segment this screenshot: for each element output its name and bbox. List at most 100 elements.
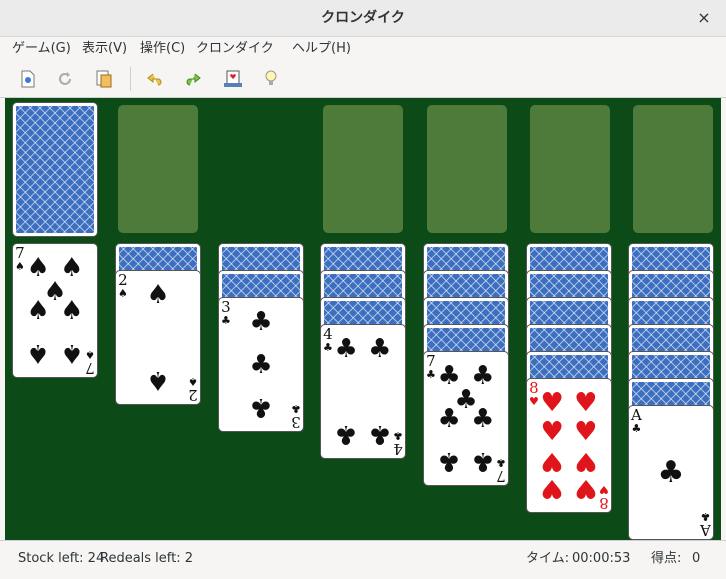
card-suit: ♣ — [291, 402, 301, 415]
game-table[interactable]: 7 ♠ 7 ♠ ♠ ♠ ♠ ♠ ♠ ♠ ♠ 2 ♠ 2 ♠ ♠ ♠ 3 ♣ 3 ♣ ♣ ♣ ♣ 4 ♣ 4 ♣ ♣ ♣ ♣ ♣ 7 ♣ 7 ♣ ♣ ♣ ♣ ♣… — [5, 98, 721, 540]
card-rank: 7 — [496, 467, 506, 485]
card-corner-index: 8 ♥ — [529, 381, 539, 409]
card-rank: 3 — [291, 413, 301, 431]
suit-pip-icon: ♥ — [574, 417, 598, 448]
toolbar-separator — [130, 67, 131, 91]
hint-icon[interactable] — [258, 66, 284, 92]
suit-pip-icon: ♥ — [574, 387, 598, 418]
suit-pip-icon: ♥ — [574, 473, 598, 504]
time-label: タイム: — [526, 551, 570, 566]
card-corner-index: 7 ♠ — [15, 246, 25, 274]
menu-bar: ゲーム(G) 表示(V) 操作(C) クロンダイク ヘルプ(H) — [0, 37, 726, 61]
window-title: クロンダイク — [321, 10, 405, 26]
playing-card[interactable]: 7 ♠ 7 ♠ ♠ ♠ ♠ ♠ ♠ ♠ ♠ — [13, 244, 97, 377]
suit-pip-icon: ♣ — [471, 403, 495, 434]
suit-pip-icon: ♣ — [471, 446, 495, 477]
card-rank: 8 — [599, 494, 609, 512]
stock-left-label: Stock left: 24 — [18, 551, 105, 566]
suit-pip-icon: ♣ — [249, 392, 273, 423]
card-suit: ♣ — [221, 314, 231, 327]
card-rank: 2 — [188, 386, 198, 404]
close-icon[interactable]: × — [692, 6, 716, 30]
restart-icon[interactable] — [52, 66, 78, 92]
toolbar — [0, 61, 726, 98]
suit-pip-icon: ♠ — [146, 365, 170, 396]
playing-card[interactable]: 4 ♣ 4 ♣ ♣ ♣ ♣ ♣ — [321, 325, 405, 458]
select-game-icon[interactable] — [91, 66, 117, 92]
card-suit: ♣ — [393, 429, 403, 442]
card-corner-index: 7 ♠ — [85, 348, 95, 377]
foundation-slot-2[interactable] — [427, 105, 507, 233]
card-suit: ♠ — [188, 375, 198, 388]
suit-pip-icon: ♣ — [334, 419, 358, 450]
suit-pip-icon: ♣ — [368, 333, 392, 364]
deal-icon[interactable] — [220, 66, 246, 92]
suit-pip-icon: ♣ — [368, 419, 392, 450]
card-suit: ♣ — [631, 422, 642, 435]
card-rank: 7 — [85, 359, 95, 377]
card-corner-index: A ♣ — [700, 510, 711, 539]
time-value: 00:00:53 — [572, 551, 631, 566]
new-game-icon[interactable] — [15, 66, 41, 92]
klondike-window: クロンダイク × ゲーム(G) 表示(V) 操作(C) クロンダイク ヘルプ(H… — [0, 0, 726, 579]
redo-icon[interactable] — [180, 66, 206, 92]
playing-card[interactable]: A ♣ A ♣ ♣ — [629, 406, 713, 539]
card-suit: ♣ — [700, 510, 711, 523]
card-corner-index: 4 ♣ — [323, 327, 333, 355]
menu-game[interactable]: ゲーム(G) — [12, 37, 71, 61]
playing-card[interactable]: 2 ♠ 2 ♠ ♠ ♠ — [116, 271, 200, 404]
suit-pip-icon: ♣ — [657, 454, 685, 490]
card-corner-index: 4 ♣ — [393, 429, 403, 458]
card-corner-index: 7 ♣ — [426, 354, 436, 382]
menu-klondike[interactable]: クロンダイク — [196, 37, 274, 61]
suit-pip-icon: ♠ — [26, 338, 50, 369]
redeals-left-label: Redeals left: 2 — [100, 551, 194, 566]
card-suit: ♠ — [85, 348, 95, 361]
undo-icon[interactable] — [142, 66, 168, 92]
menu-help[interactable]: ヘルプ(H) — [292, 37, 351, 61]
card-rank: A — [700, 521, 711, 539]
playing-card[interactable]: 7 ♣ 7 ♣ ♣ ♣ ♣ ♣ ♣ ♣ ♣ — [424, 352, 508, 485]
suit-pip-icon: ♣ — [249, 306, 273, 337]
suit-pip-icon: ♠ — [26, 295, 50, 326]
card-suit: ♣ — [496, 456, 506, 469]
suit-pip-icon: ♥ — [574, 446, 598, 477]
card-suit: ♥ — [599, 483, 609, 496]
card-corner-index: 3 ♣ — [221, 300, 231, 328]
card-suit: ♠ — [15, 260, 25, 273]
score-label: 得点: — [651, 551, 682, 566]
card-suit: ♥ — [529, 395, 539, 408]
foundation-slot-1[interactable] — [323, 105, 403, 233]
stock-pile[interactable] — [13, 103, 97, 236]
card-corner-index: 2 ♠ — [118, 273, 128, 301]
card-corner-index: A ♣ — [631, 408, 642, 436]
card-suit: ♠ — [118, 287, 128, 300]
foundation-slot-3[interactable] — [530, 105, 610, 233]
suit-pip-icon: ♣ — [437, 446, 461, 477]
suit-pip-icon: ♥ — [540, 417, 564, 448]
score-value: 0 — [692, 551, 701, 566]
status-bar: Stock left: 24 Redeals left: 2 タイム: 00:0… — [0, 540, 726, 579]
suit-pip-icon: ♠ — [60, 295, 84, 326]
title-bar: クロンダイク × — [0, 0, 726, 37]
suit-pip-icon: ♥ — [540, 387, 564, 418]
card-corner-index: 2 ♠ — [188, 375, 198, 404]
card-corner-index: 7 ♣ — [496, 456, 506, 485]
playing-card[interactable]: 8 ♥ 8 ♥ ♥ ♥ ♥ ♥ ♥ ♥ ♥ ♥ — [527, 379, 611, 512]
menu-control[interactable]: 操作(C) — [140, 37, 185, 61]
foundation-slot-4[interactable] — [633, 105, 713, 233]
suit-pip-icon: ♥ — [540, 473, 564, 504]
card-corner-index: 8 ♥ — [599, 483, 609, 512]
card-suit: ♣ — [323, 341, 333, 354]
suit-pip-icon: ♠ — [146, 279, 170, 310]
card-suit: ♣ — [426, 368, 436, 381]
suit-pip-icon: ♥ — [540, 446, 564, 477]
playing-card[interactable]: 3 ♣ 3 ♣ ♣ ♣ ♣ — [219, 298, 303, 431]
waste-slot[interactable] — [118, 105, 198, 233]
suit-pip-icon: ♠ — [60, 338, 84, 369]
menu-view[interactable]: 表示(V) — [82, 37, 127, 61]
suit-pip-icon: ♣ — [437, 403, 461, 434]
card-corner-index: 3 ♣ — [291, 402, 301, 431]
suit-pip-icon: ♣ — [334, 333, 358, 364]
card-rank: 4 — [393, 440, 403, 458]
